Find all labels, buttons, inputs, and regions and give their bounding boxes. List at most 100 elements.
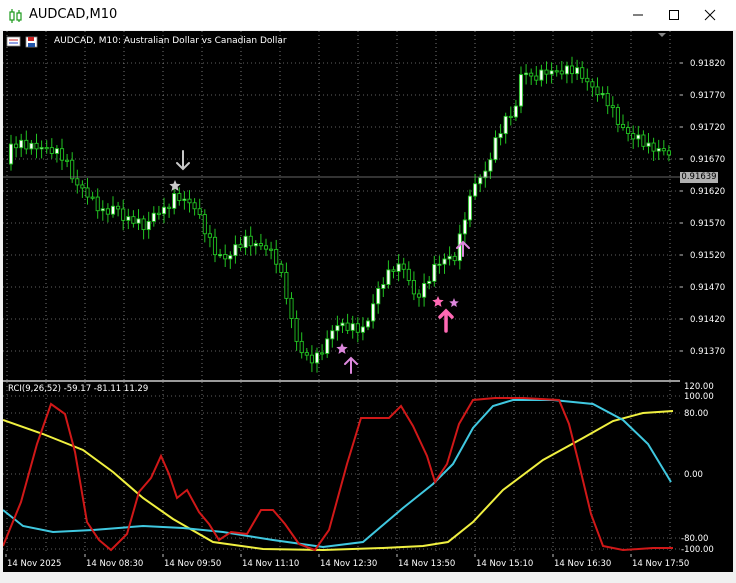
candle-body bbox=[294, 318, 299, 342]
candle-body bbox=[396, 263, 401, 272]
time-label: 14 Nov 16:30 bbox=[554, 559, 611, 569]
candle-body bbox=[539, 69, 544, 81]
candle-body bbox=[524, 72, 529, 76]
time-axis[interactable]: 14 Nov 2025 14 Nov 08:30 14 Nov 09:50 14 No… bbox=[3, 554, 733, 572]
window-titlebar: AUDCAD,M10 bbox=[0, 0, 736, 31]
candle-body bbox=[442, 258, 447, 265]
candle-body bbox=[391, 269, 396, 272]
time-label: 14 Nov 09:50 bbox=[164, 559, 221, 569]
close-button[interactable] bbox=[692, 0, 728, 30]
candle-body bbox=[386, 269, 391, 285]
candle-body bbox=[350, 323, 355, 331]
candle-body bbox=[381, 284, 386, 289]
candle-body bbox=[131, 216, 136, 224]
time-label: 14 Nov 13:50 bbox=[398, 559, 455, 569]
price-axis[interactable]: 0.91820 0.91770 0.91720 0.91670 0.91620 0.915… bbox=[680, 31, 733, 555]
candle-body bbox=[14, 143, 19, 149]
candle-body bbox=[156, 212, 161, 215]
candle-body bbox=[666, 150, 671, 156]
candle-body bbox=[218, 254, 223, 257]
candle-body bbox=[70, 159, 75, 180]
candle-body bbox=[116, 205, 121, 210]
candle-body bbox=[427, 280, 432, 284]
candle-body bbox=[503, 115, 508, 135]
current-price-tag: 0.91639 bbox=[680, 172, 718, 183]
candle-body bbox=[340, 322, 345, 327]
price-label: 0.91670 bbox=[690, 155, 725, 165]
candle-body bbox=[248, 235, 253, 247]
candle-body bbox=[299, 340, 304, 354]
time-label: 14 Nov 12:30 bbox=[320, 559, 377, 569]
candle-body bbox=[146, 220, 151, 231]
price-label: 0.91720 bbox=[690, 123, 725, 133]
candle-body bbox=[554, 70, 559, 73]
candle-body bbox=[651, 142, 656, 152]
window-title: AUDCAD,M10 bbox=[29, 7, 118, 22]
candle-body bbox=[269, 248, 274, 251]
price-label: 0.91570 bbox=[690, 219, 725, 229]
candle-body bbox=[90, 196, 95, 199]
candle-body bbox=[411, 280, 416, 295]
time-label: 14 Nov 11:10 bbox=[242, 559, 299, 569]
candle-body bbox=[467, 195, 473, 221]
candle-body bbox=[626, 127, 631, 134]
candle-body bbox=[432, 264, 437, 282]
price-chart[interactable] bbox=[3, 31, 680, 380]
buy-star-icon bbox=[432, 296, 444, 307]
candle-body bbox=[238, 244, 243, 248]
candle-body bbox=[274, 248, 279, 265]
candle-body bbox=[513, 105, 518, 118]
candle-body bbox=[258, 243, 263, 247]
candle-body bbox=[478, 177, 483, 185]
candle-body bbox=[365, 320, 371, 328]
candle-body bbox=[304, 352, 309, 356]
candle-body bbox=[345, 322, 350, 331]
buy-star-icon bbox=[336, 343, 348, 354]
price-label: 0.91770 bbox=[690, 91, 725, 101]
candle-body bbox=[335, 325, 340, 332]
candle-body bbox=[228, 255, 233, 260]
candle-body bbox=[564, 65, 569, 75]
candle-body bbox=[508, 115, 513, 119]
time-label: 14 Nov 17:50 bbox=[632, 559, 689, 569]
minimize-button[interactable] bbox=[620, 0, 656, 30]
maximize-icon bbox=[669, 10, 679, 20]
candle-body bbox=[80, 184, 85, 189]
candle-body bbox=[8, 143, 14, 165]
candle-body bbox=[605, 92, 610, 107]
rci-label: RCI(9,26,52) -59.17 -81.11 11.29 bbox=[8, 384, 149, 394]
rci-level-label: 120.00 bbox=[684, 382, 714, 392]
candle-body bbox=[95, 196, 100, 212]
time-label: 14 Nov 2025 bbox=[7, 559, 61, 569]
candle-body bbox=[575, 67, 580, 75]
save-chart-icon bbox=[25, 36, 38, 48]
buy-arrow-icon bbox=[344, 356, 358, 374]
candle-body bbox=[416, 293, 422, 298]
rci-indicator-window[interactable] bbox=[3, 382, 680, 554]
candle-body bbox=[177, 193, 182, 201]
candle-body bbox=[631, 133, 636, 140]
price-chart-canvas bbox=[3, 31, 680, 380]
candle-body bbox=[641, 134, 646, 147]
rci-mid-line bbox=[3, 399, 672, 549]
candle-body bbox=[172, 193, 177, 209]
price-label: 0.91620 bbox=[690, 187, 725, 197]
candle-body bbox=[580, 67, 585, 79]
candle-body bbox=[559, 70, 564, 75]
candle-body bbox=[223, 254, 228, 260]
candlestick-app-icon bbox=[8, 8, 24, 23]
price-axis-canvas: 0.91820 0.91770 0.91720 0.91670 0.91620 0.915… bbox=[680, 59, 725, 555]
candle-body bbox=[141, 218, 146, 231]
candle-body bbox=[136, 218, 141, 224]
rci-level-label: -100.00 bbox=[681, 545, 714, 554]
chart-symbol-description: AUDCAD, M10: Australian Dollar vs Canadi… bbox=[54, 36, 287, 46]
chart-list-icon bbox=[6, 36, 21, 47]
candle-body bbox=[360, 326, 365, 333]
candle-body bbox=[661, 148, 666, 152]
maximize-button[interactable] bbox=[656, 0, 692, 30]
candle-body bbox=[473, 183, 478, 197]
candle-body bbox=[197, 208, 202, 216]
candle-body bbox=[253, 243, 258, 247]
chart-icons bbox=[6, 36, 38, 48]
candle-body bbox=[59, 148, 65, 161]
